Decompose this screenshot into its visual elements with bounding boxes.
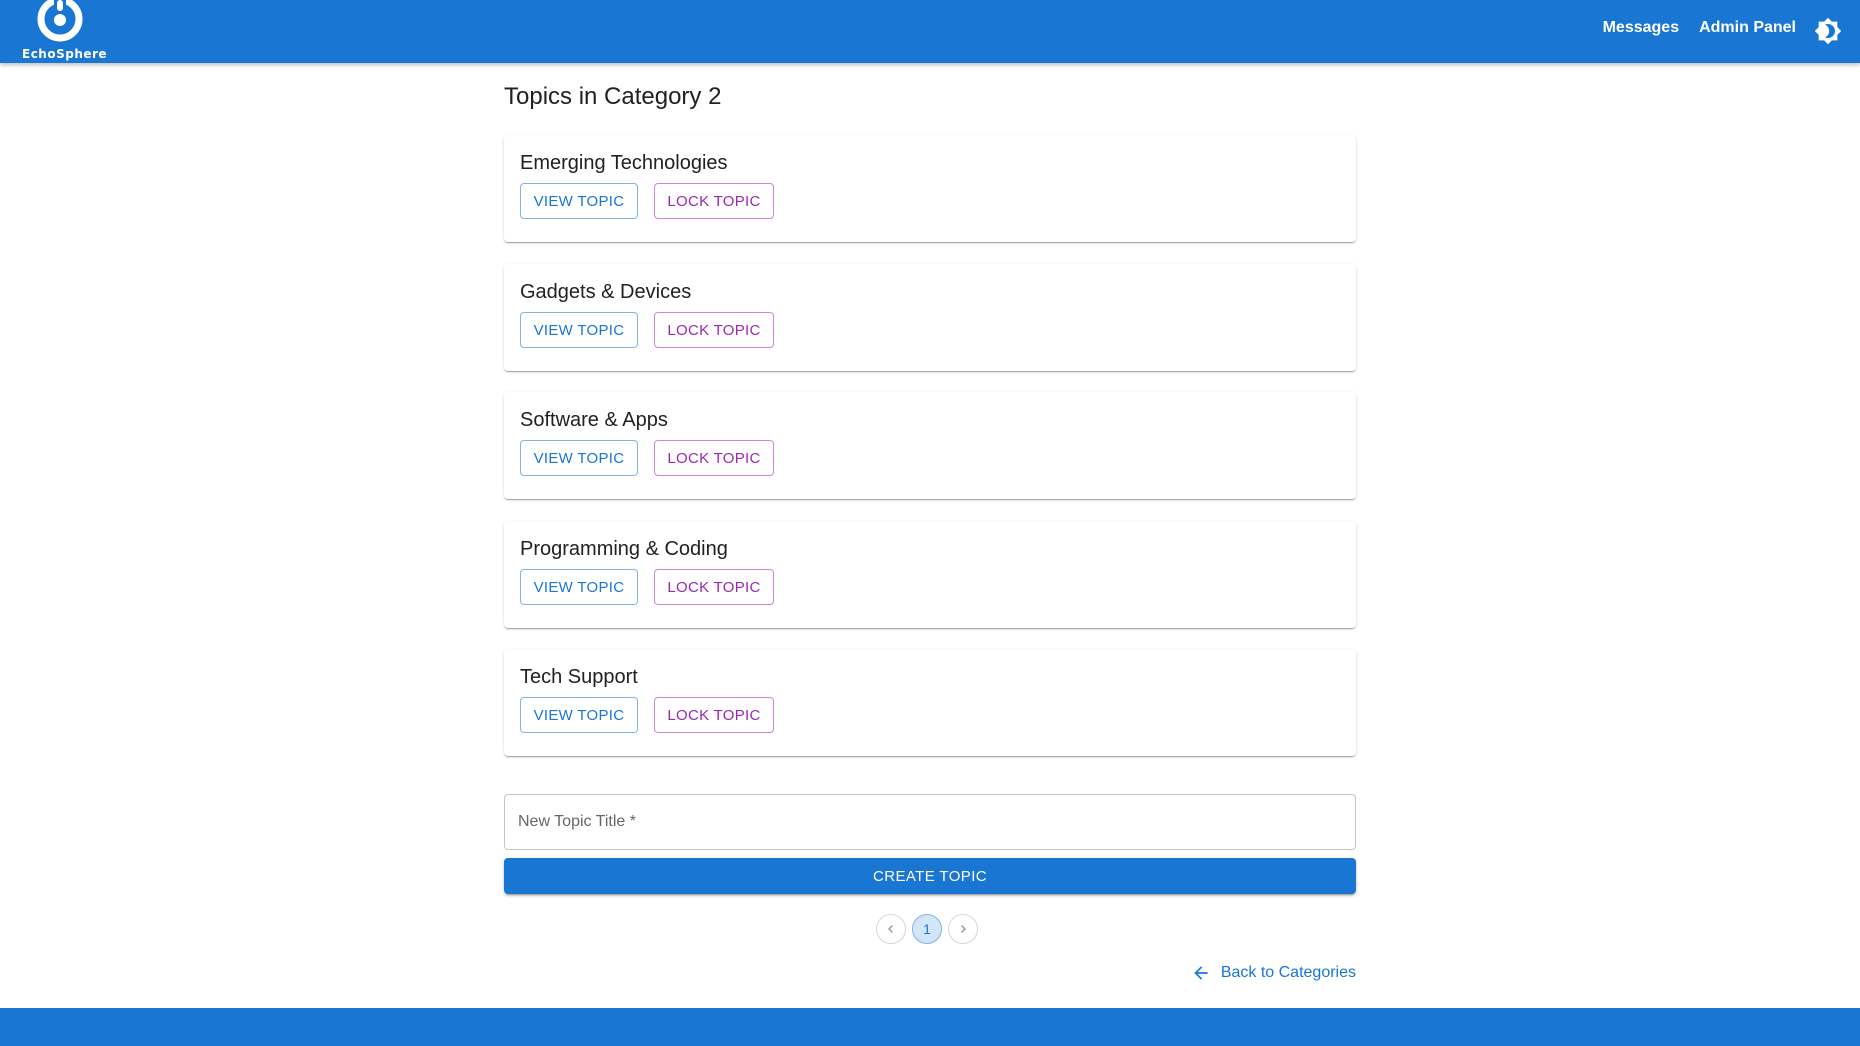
topic-title: Software & Apps [520, 409, 668, 431]
brightness-icon [1814, 17, 1842, 45]
back-to-categories-link[interactable]: Back to Categories [1191, 963, 1356, 983]
view-topic-button[interactable]: VIEW TOPIC [520, 440, 638, 476]
view-topic-button[interactable]: VIEW TOPIC [520, 312, 638, 348]
next-page-button[interactable] [948, 914, 978, 944]
page-button-current[interactable]: 1 [912, 914, 942, 944]
lock-topic-button[interactable]: LOCK TOPIC [654, 312, 774, 348]
back-to-categories-label: Back to Categories [1220, 964, 1356, 981]
topic-card: Gadgets & Devices VIEW TOPIC LOCK TOPIC [504, 264, 1356, 371]
echosphere-logo-icon [37, 0, 83, 42]
lock-topic-button[interactable]: LOCK TOPIC [654, 183, 774, 219]
app-bar: EchoSphere Messages Admin Panel [0, 0, 1860, 63]
topic-title: Programming & Coding [520, 538, 728, 560]
logo-text: EchoSphere [22, 47, 108, 61]
topic-card: Tech Support VIEW TOPIC LOCK TOPIC [504, 649, 1356, 756]
view-topic-button[interactable]: VIEW TOPIC [520, 569, 638, 605]
topic-card: Emerging Technologies VIEW TOPIC LOCK TO… [504, 135, 1356, 242]
chevron-right-icon [960, 924, 967, 934]
lock-topic-button[interactable]: LOCK TOPIC [654, 569, 774, 605]
lock-topic-button[interactable]: LOCK TOPIC [654, 440, 774, 476]
chevron-left-icon [887, 924, 894, 934]
lock-topic-button[interactable]: LOCK TOPIC [654, 697, 774, 733]
theme-toggle-button[interactable] [1814, 17, 1842, 45]
nav-admin-panel[interactable]: Admin Panel [1699, 15, 1796, 41]
topic-card: Software & Apps VIEW TOPIC LOCK TOPIC [504, 392, 1356, 499]
logo[interactable]: EchoSphere [20, 0, 110, 63]
view-topic-button[interactable]: VIEW TOPIC [520, 183, 638, 219]
new-topic-title-input[interactable]: New Topic Title * [504, 794, 1356, 850]
view-topic-button[interactable]: VIEW TOPIC [520, 697, 638, 733]
arrow-back-icon [1194, 966, 1208, 980]
previous-page-button[interactable] [876, 914, 906, 944]
topic-title: Emerging Technologies [520, 152, 728, 174]
pagination: 1 [876, 914, 978, 944]
topic-title: Gadgets & Devices [520, 281, 692, 303]
new-topic-title-label: New Topic Title * [518, 813, 636, 830]
top-nav: Messages Admin Panel [1603, 0, 1796, 56]
topic-title: Tech Support [520, 666, 638, 688]
create-topic-button[interactable]: CREATE TOPIC [504, 858, 1356, 894]
nav-messages[interactable]: Messages [1603, 15, 1680, 41]
topic-card: Programming & Coding VIEW TOPIC LOCK TOP… [504, 521, 1356, 628]
footer-bar [0, 1008, 1860, 1046]
page-title: Topics in Category 2 [504, 83, 722, 110]
